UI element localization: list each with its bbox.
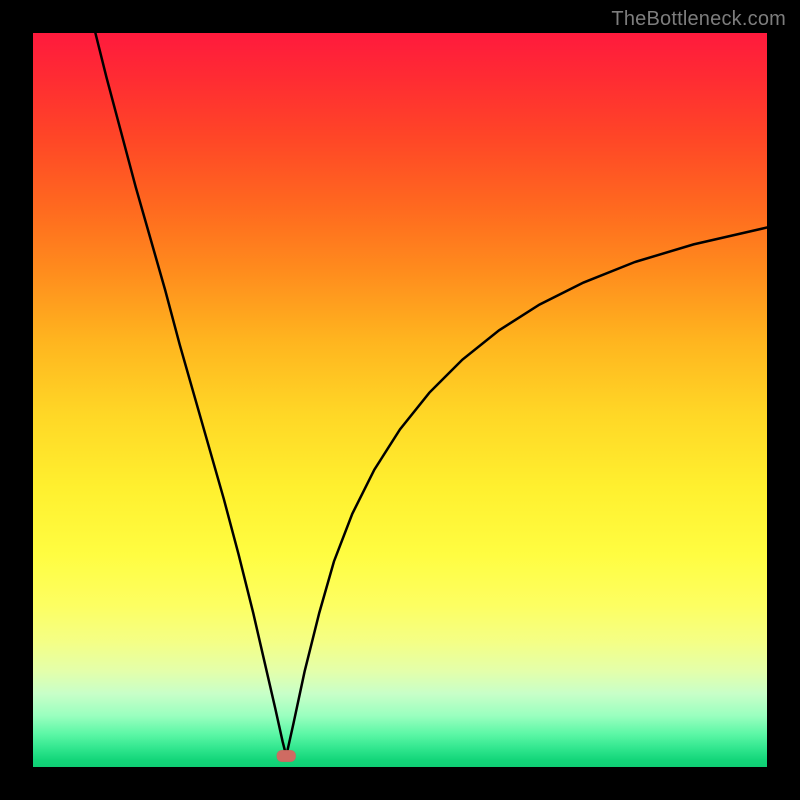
curve-right-branch bbox=[286, 228, 767, 756]
chart-stage: TheBottleneck.com bbox=[0, 0, 800, 800]
plot-area bbox=[33, 33, 767, 767]
curve-layer bbox=[33, 33, 767, 767]
curve-left-branch bbox=[95, 33, 286, 756]
minimum-marker bbox=[277, 750, 296, 762]
watermark-text: TheBottleneck.com bbox=[611, 8, 786, 31]
